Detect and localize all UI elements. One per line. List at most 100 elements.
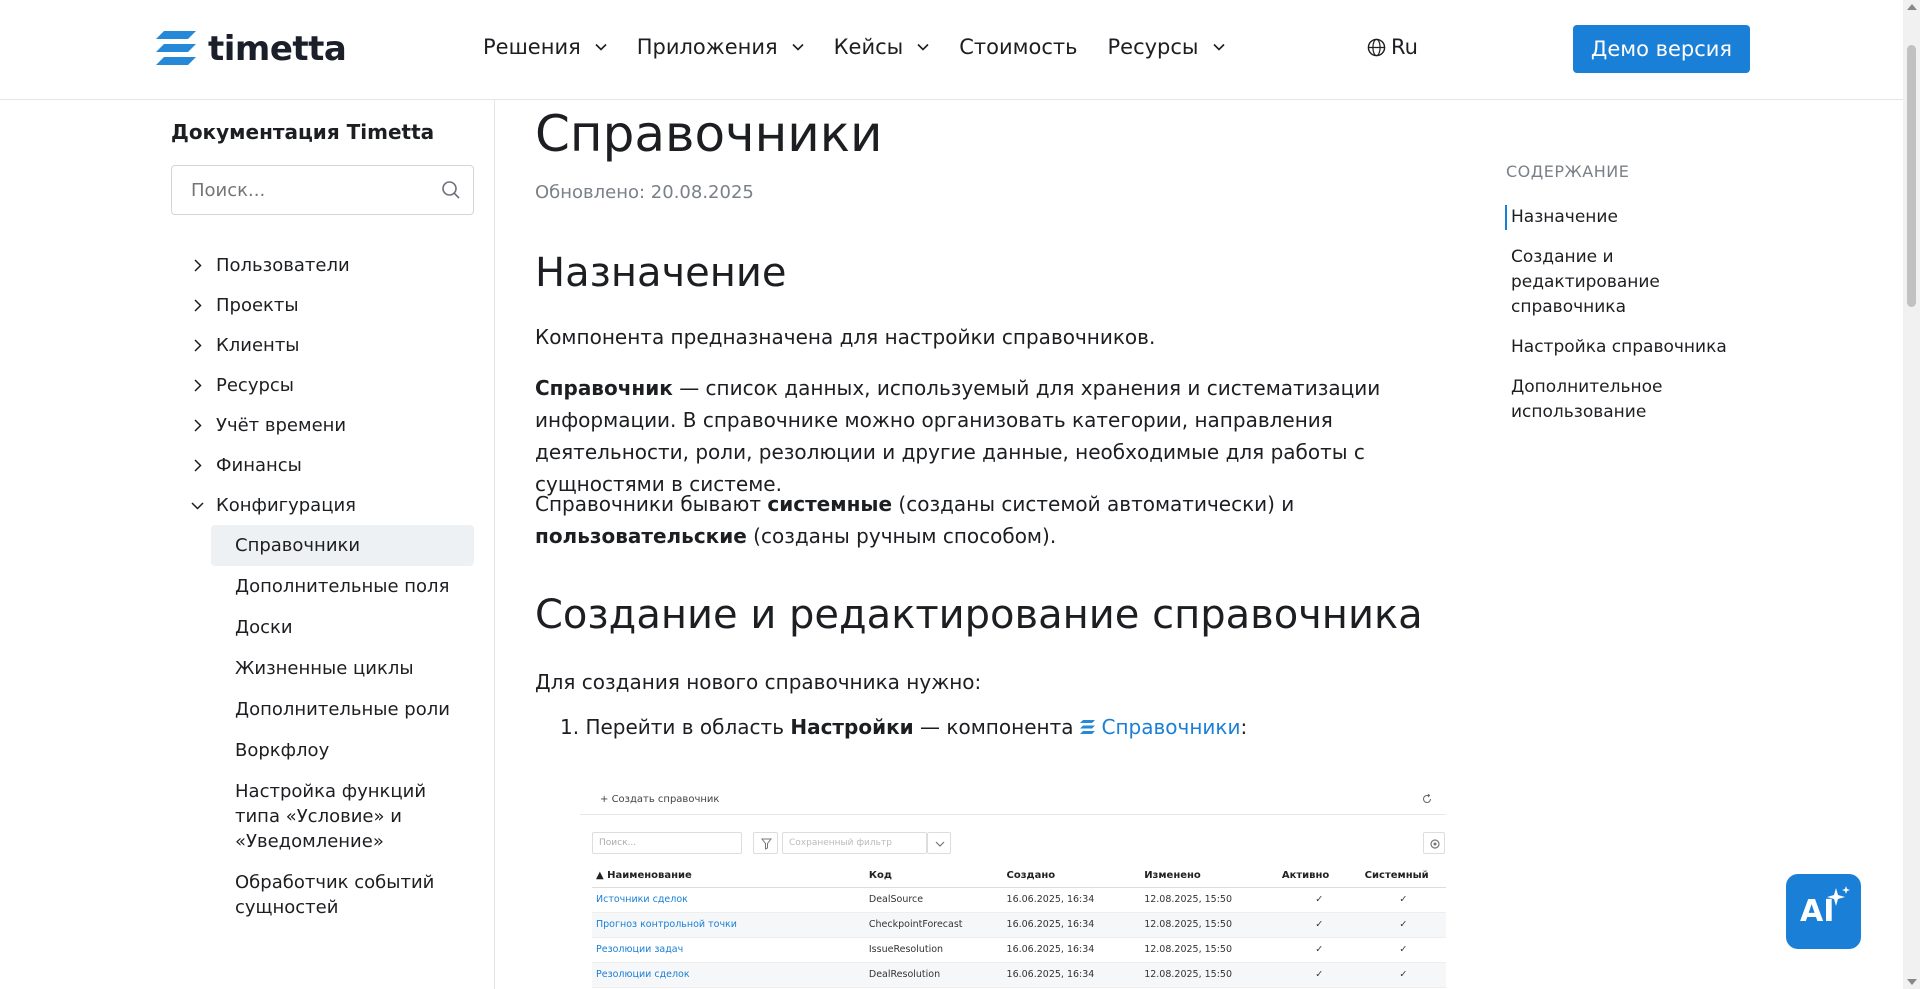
- page-title: Справочники: [535, 105, 883, 163]
- dictionaries-link[interactable]: Справочники: [1077, 715, 1240, 739]
- create-dictionary-button: + Создать справочник: [600, 794, 720, 805]
- column-header: Код: [864, 865, 1003, 888]
- check-icon: ✓: [1277, 962, 1361, 988]
- search-input[interactable]: [191, 166, 431, 214]
- check-icon: ✓: [1360, 937, 1446, 963]
- table-header-row: ▲ Наименование Код Создано Изменено Акти…: [592, 865, 1446, 888]
- row-modified: 12.08.2025, 15:50: [1140, 912, 1278, 938]
- bold-term: Справочник: [535, 376, 673, 400]
- section-heading-create: Создание и редактирование справочника: [535, 592, 1423, 638]
- sidebar-item-resources[interactable]: Ресурсы: [190, 365, 474, 405]
- row-created: 16.06.2025, 16:34: [1002, 887, 1141, 913]
- gear-icon: [1423, 832, 1445, 854]
- demo-button[interactable]: Демо версия: [1573, 25, 1750, 73]
- check-icon: ✓: [1360, 912, 1446, 938]
- sidebar-item-label: Финансы: [216, 454, 302, 476]
- sidebar-item-label: Пользователи: [216, 254, 350, 276]
- table-row: Источники сделок DealSource 16.06.2025, …: [592, 887, 1446, 913]
- sidebar-subitem-event-handler[interactable]: Обработчик событий сущностей: [211, 862, 474, 928]
- dictionaries-table: ▲ Наименование Код Создано Изменено Акти…: [592, 865, 1446, 988]
- timetta-logo-icon: [156, 31, 196, 65]
- sidebar-item-finance[interactable]: Финансы: [190, 445, 474, 485]
- chevron-right-icon: [194, 338, 202, 352]
- toc-item-purpose[interactable]: Назначение: [1505, 205, 1765, 230]
- scroll-up-arrow[interactable]: [1907, 4, 1917, 10]
- logo[interactable]: timetta: [150, 27, 347, 71]
- search-icon[interactable]: [441, 180, 461, 200]
- nav-item-label: Кейсы: [833, 35, 904, 59]
- column-header: Создано: [1002, 865, 1141, 888]
- table-row: Прогноз контрольной точки CheckpointFore…: [592, 912, 1446, 938]
- sidebar-item-clients[interactable]: Клиенты: [190, 325, 474, 365]
- text: :: [1240, 715, 1248, 739]
- row-code: DealResolution: [864, 962, 1003, 988]
- saved-filter-select: Сохраненный фильтр: [782, 832, 927, 854]
- nav-item-apps[interactable]: Приложения: [637, 35, 804, 59]
- paragraph: Справочники бывают системные (созданы си…: [535, 488, 1445, 552]
- sidebar-subitem-additional-roles[interactable]: Дополнительные роли: [211, 689, 474, 730]
- sidebar-item-label: Учёт времени: [216, 414, 347, 436]
- nav-item-label: Ресурсы: [1107, 35, 1199, 59]
- row-code: IssueResolution: [864, 937, 1003, 963]
- chevron-down-icon: [927, 832, 951, 854]
- toc-item-create[interactable]: Создание и редактирование справочника: [1505, 245, 1765, 320]
- chevron-down-icon: [595, 43, 607, 51]
- globe-icon: [1367, 38, 1386, 56]
- scroll-thumb[interactable]: [1907, 45, 1916, 307]
- sidebar-item-users[interactable]: Пользователи: [190, 245, 474, 285]
- text: 1. Перейти в область: [560, 715, 791, 739]
- dictionaries-screenshot: + Создать справочник Поиск... Сохраненны…: [580, 780, 1446, 989]
- sidebar-item-configuration[interactable]: Конфигурация: [190, 485, 474, 525]
- nav-item-label: Стоимость: [959, 35, 1078, 59]
- column-header: Системный: [1360, 865, 1446, 888]
- sidebar-subitem-custom-fields[interactable]: Дополнительные поля: [211, 566, 474, 607]
- nav-item-label: Решения: [483, 35, 581, 59]
- sidebar-subitem-condition-functions[interactable]: Настройка функций типа «Условие» и «Увед…: [211, 771, 474, 862]
- check-icon: ✓: [1277, 912, 1361, 938]
- column-header: Активно: [1277, 865, 1361, 888]
- nav-item-solutions[interactable]: Решения: [483, 35, 607, 59]
- nav-item-resources[interactable]: Ресурсы: [1107, 35, 1225, 59]
- chevron-down-icon: [1212, 43, 1225, 51]
- toc-item-additional-use[interactable]: Дополнительное использование: [1505, 375, 1765, 425]
- column-header: ▲ Наименование: [592, 865, 865, 888]
- scroll-down-arrow[interactable]: [1907, 979, 1917, 985]
- language-label: Ru: [1391, 35, 1418, 59]
- bold-term: Настройки: [790, 715, 914, 739]
- row-created: 16.06.2025, 16:34: [1002, 962, 1141, 988]
- check-icon: ✓: [1277, 937, 1361, 963]
- sidebar-subitem-dictionaries[interactable]: Справочники: [211, 525, 474, 566]
- step-item: 1. Перейти в область Настройки — компоне…: [560, 715, 1247, 739]
- row-modified: 12.08.2025, 15:50: [1140, 887, 1278, 913]
- logo-text: timetta: [208, 29, 347, 69]
- nav-item-cases[interactable]: Кейсы: [834, 35, 930, 59]
- site-header: timetta Решения Приложения Кейсы Стоимос…: [0, 0, 1920, 100]
- language-switcher[interactable]: Ru: [1367, 35, 1418, 59]
- bold-term: пользовательские: [535, 524, 747, 548]
- nav-item-pricing[interactable]: Стоимость: [959, 35, 1077, 59]
- chevron-down-icon: [917, 43, 929, 51]
- sidebar-item-time-tracking[interactable]: Учёт времени: [190, 405, 474, 445]
- toc-item-settings[interactable]: Настройка справочника: [1505, 335, 1765, 360]
- bold-term: системные: [767, 492, 893, 516]
- table-row: Резолюции сделок DealResolution 16.06.20…: [592, 962, 1446, 988]
- column-header: Изменено: [1140, 865, 1278, 888]
- sidebar-search: [171, 165, 474, 215]
- ai-assistant-button[interactable]: AI: [1786, 874, 1861, 949]
- sidebar-subitem-boards[interactable]: Доски: [211, 607, 474, 648]
- screenshot-toolbar: + Создать справочник: [580, 780, 1446, 815]
- chevron-down-icon: [792, 43, 804, 51]
- text: (созданы ручным способом).: [746, 524, 1057, 548]
- sidebar-item-label: Конфигурация: [216, 494, 356, 516]
- row-name: Резолюции сделок: [592, 962, 865, 988]
- text: (созданы системой автоматически) и: [892, 492, 1295, 516]
- sidebar-item-projects[interactable]: Проекты: [190, 285, 474, 325]
- scrollbar[interactable]: [1903, 0, 1920, 989]
- section-heading-purpose: Назначение: [535, 250, 787, 296]
- row-name: Резолюции задач: [592, 937, 865, 963]
- text: — компонента: [913, 715, 1074, 739]
- sidebar-subitem-lifecycles[interactable]: Жизненные циклы: [211, 648, 474, 689]
- sidebar-title: Документация Timetta: [171, 120, 435, 144]
- sidebar-subitem-workflow[interactable]: Воркфлоу: [211, 730, 474, 771]
- text: Справочники бывают: [535, 492, 768, 516]
